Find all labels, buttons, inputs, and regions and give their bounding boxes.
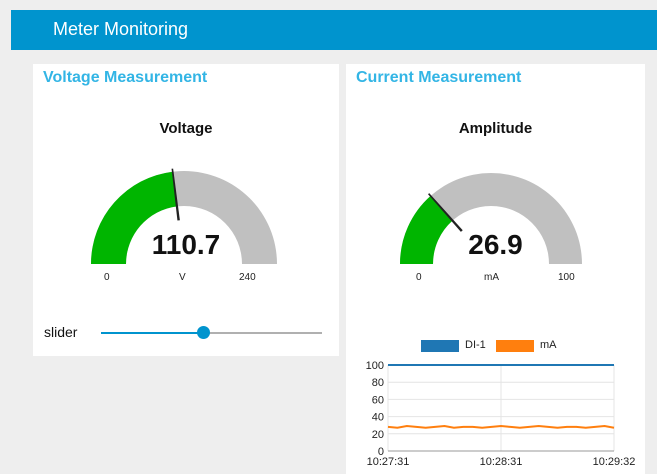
line-chart: 10080604020010:27:31 10:28:31 10:29:32	[366, 360, 636, 468]
current-gauge-value: 26.9	[468, 229, 523, 260]
y-tick-label: 60	[372, 394, 384, 406]
y-tick-label: 20	[372, 429, 384, 441]
x-tick-label: 10:28:31	[480, 456, 523, 468]
voltage-gauge-value: 110.7	[151, 229, 221, 260]
y-tick-label: 80	[372, 377, 384, 389]
voltage-gauge-min: 0	[104, 272, 110, 283]
slider-thumb[interactable]	[196, 326, 210, 339]
voltage-gauge-max: 240	[239, 272, 256, 283]
current-gauge-max: 100	[558, 272, 575, 283]
voltage-group: Voltage Measurement Voltage 110.7 0 V 24…	[33, 64, 339, 356]
x-tick-label: 10:29:32	[593, 456, 636, 468]
current-gauge-unit: mA	[484, 272, 499, 283]
header-bar: Meter Monitoring	[11, 10, 657, 50]
page-title: Meter Monitoring	[53, 19, 189, 39]
current-group: Current Measurement Amplitude 26.9 0 mA …	[346, 64, 645, 474]
y-tick-label: 40	[372, 412, 384, 424]
slider-fill	[101, 332, 203, 334]
slider-label: slider	[44, 324, 78, 340]
current-gauge-min: 0	[416, 272, 422, 283]
voltage-gauge-unit: V	[179, 272, 186, 283]
slider-track[interactable]	[101, 326, 322, 339]
x-tick-label: 10:27:31	[367, 456, 410, 468]
y-tick-label: 100	[366, 360, 384, 372]
